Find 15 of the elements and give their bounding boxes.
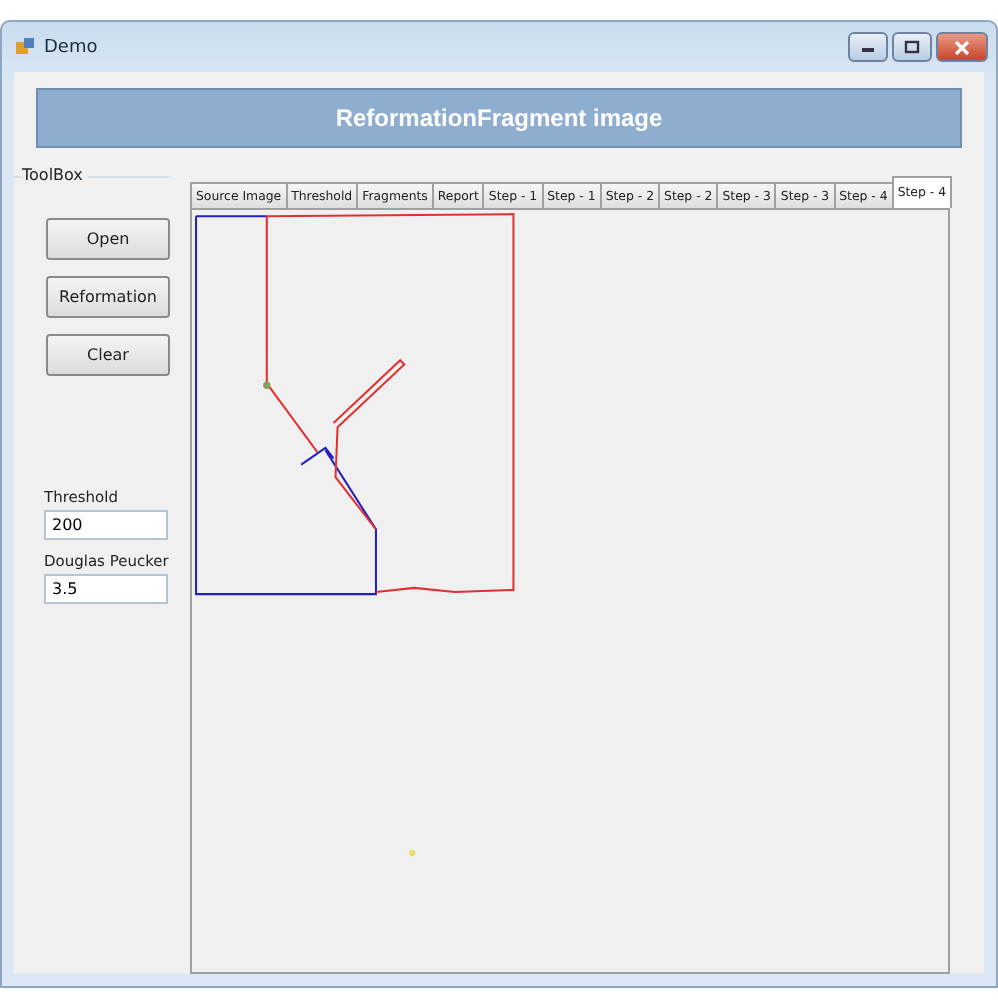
app-icon	[14, 36, 36, 58]
maximize-icon	[904, 40, 920, 54]
input-field[interactable]: 3.5	[44, 574, 168, 604]
input-field[interactable]: 200	[44, 510, 168, 540]
header-banner: ReformationFragment image	[36, 88, 962, 148]
dot-icon	[409, 849, 416, 857]
minimize-button[interactable]	[848, 32, 888, 62]
close-icon	[954, 39, 970, 55]
action-button[interactable]: Open	[46, 218, 170, 260]
maximize-button[interactable]	[892, 32, 932, 62]
window-title: Demo	[44, 37, 100, 57]
toolbox-label: ToolBox	[22, 166, 89, 184]
close-button[interactable]	[936, 32, 988, 62]
action-button[interactable]: Reformation	[46, 276, 170, 318]
action-button[interactable]: Clear	[46, 334, 170, 376]
